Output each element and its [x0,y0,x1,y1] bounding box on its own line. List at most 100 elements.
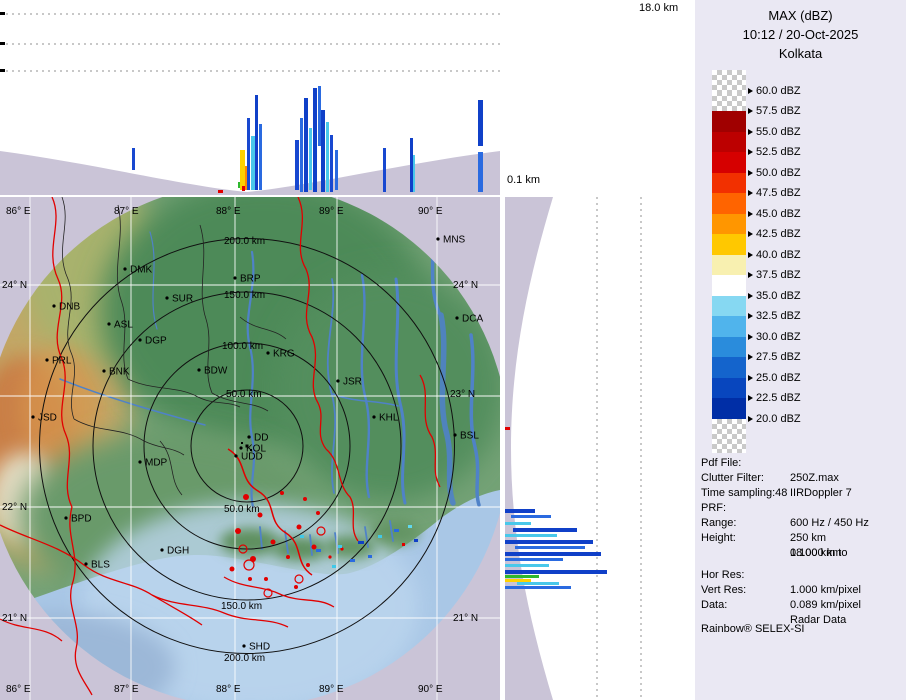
range-ring-label: 200.0 km [224,653,265,664]
station-label: MDP [145,458,168,469]
min-height-label: 0.1 km [507,174,541,186]
radar-echo [240,150,245,190]
range-ring-label: 200.0 km [224,236,265,247]
dbz-scale-entry: 60.0 dBZ [748,84,801,98]
radar-echo [338,545,342,548]
station-label: DCA [462,314,483,325]
station-label: SUR [172,294,193,305]
dbz-scale-label: 35.0 dBZ [756,289,801,302]
radar-echo [505,509,535,513]
info-row: Clutter Filter: IIRDoppler 7 [701,471,901,499]
dbz-scale-label: 27.5 dBZ [756,351,801,363]
dbz-scale-label: 45.0 dBZ [756,207,801,220]
scale-arrow-icon [748,128,753,135]
dbz-scale-entry: 25.0 dBZ [748,371,801,385]
dbz-scale-label: 52.5 dBZ [756,146,801,158]
station-dot [197,368,201,372]
station-label: DGP [145,336,167,347]
radar-application-window: 18.0 km 0.1 km DMK BRP SUR DNB ASL DGP K… [0,0,906,700]
range-ring-label: 50.0 km [226,389,262,400]
station-dot [45,358,49,362]
dbz-scale-label: 32.5 dBZ [756,310,801,322]
station-label: DNB [59,302,80,313]
radar-echo [378,535,382,538]
station-label: BDW [204,366,228,377]
ns-vertical-projection[interactable] [505,197,695,700]
longitude-label: 90° E [418,206,443,217]
dbz-scale-label: 42.5 dBZ [756,228,801,240]
radar-echo [515,546,585,549]
longitude-label: 87° E [114,684,139,695]
station-label: BNK [109,367,130,378]
info-label: Hor Res: [701,569,745,581]
scale-arrow-icon [748,190,753,196]
radar-echo [505,522,531,525]
dbz-color-cell [712,213,746,234]
dbz-scale-entry: 20.0 dBZ [748,412,801,426]
scale-arrow-icon [748,210,753,217]
range-ring-label: 50.0 km [224,504,260,515]
range-ring-label: 150.0 km [221,601,262,612]
station-label: JSR [343,377,362,388]
radar-echo [478,100,483,146]
radar-echo [330,135,333,192]
dbz-scale-label: 47.5 dBZ [756,187,801,199]
latitude-label: 21° N [453,613,478,624]
radar-echo [368,555,372,558]
radar-echo [505,579,531,582]
info-label: Range: [701,517,737,529]
dbz-color-cell [712,152,746,173]
station-dot [31,415,35,419]
longitude-label: 89° E [319,684,344,695]
longitude-label: 88° E [216,684,241,695]
radar-echo [505,586,571,589]
radar-map-view[interactable]: DMK BRP SUR DNB ASL DGP KRG BDW PRL BNK JSR JSD KHL D… [0,197,500,700]
radar-echo [414,539,418,542]
info-row: 18.000 km [701,546,901,561]
dbz-scale-entry: 52.5 dBZ [748,145,801,159]
radar-echo [358,541,364,544]
latitude-label: 21° N [2,613,27,624]
station-label: PRL [52,356,72,367]
scale-arrow-icon [748,374,753,381]
dbz-scale-label: 25.0 dBZ [756,371,801,384]
station-dot [107,322,111,326]
scale-arrow-icon [748,333,753,340]
station-dot [242,644,246,648]
info-row: Hor Res: 1.000 km/pixel [701,568,901,596]
ew-vertical-projection-canvas[interactable] [0,0,500,195]
radar-echo [251,136,255,190]
scale-arrow-icon [748,292,753,299]
latitude-label: 24° N [2,280,27,291]
radar-echo [505,552,601,556]
dbz-scale-entry: 32.5 dBZ [748,309,801,323]
radar-echo [247,118,250,190]
info-label: Time sampling:48 [701,487,788,499]
info-value: 18.000 km [790,547,842,559]
station-dot [372,415,376,419]
latitude-label: 23° N [450,389,475,400]
info-row: Range: 250 km [701,516,901,544]
radar-echo [318,86,321,146]
radar-echo [505,540,593,544]
info-label: Data: [701,599,728,611]
station-label: KRG [273,349,295,360]
dbz-color-cell [712,234,746,255]
dbz-scale-entry: 42.5 dBZ [748,227,801,241]
info-value: Radar Data [790,614,847,626]
radar-echo [300,535,304,538]
dbz-scale-entry: 55.0 dBZ [748,125,801,139]
station-dot [160,548,164,552]
dbz-scale-label: 22.5 dBZ [756,392,801,404]
longitude-label: 86° E [6,684,31,695]
scale-arrow-icon [748,231,753,237]
strip-background [505,197,695,700]
dbz-scale-label: 37.5 dBZ [756,269,801,281]
transparent-cell [712,70,746,91]
longitude-label: 89° E [319,206,344,217]
radar-echo [326,122,329,192]
station-label: KHL [379,413,399,424]
longitude-label: 86° E [6,206,31,217]
station-dot [266,351,270,355]
station-dot [239,446,243,450]
